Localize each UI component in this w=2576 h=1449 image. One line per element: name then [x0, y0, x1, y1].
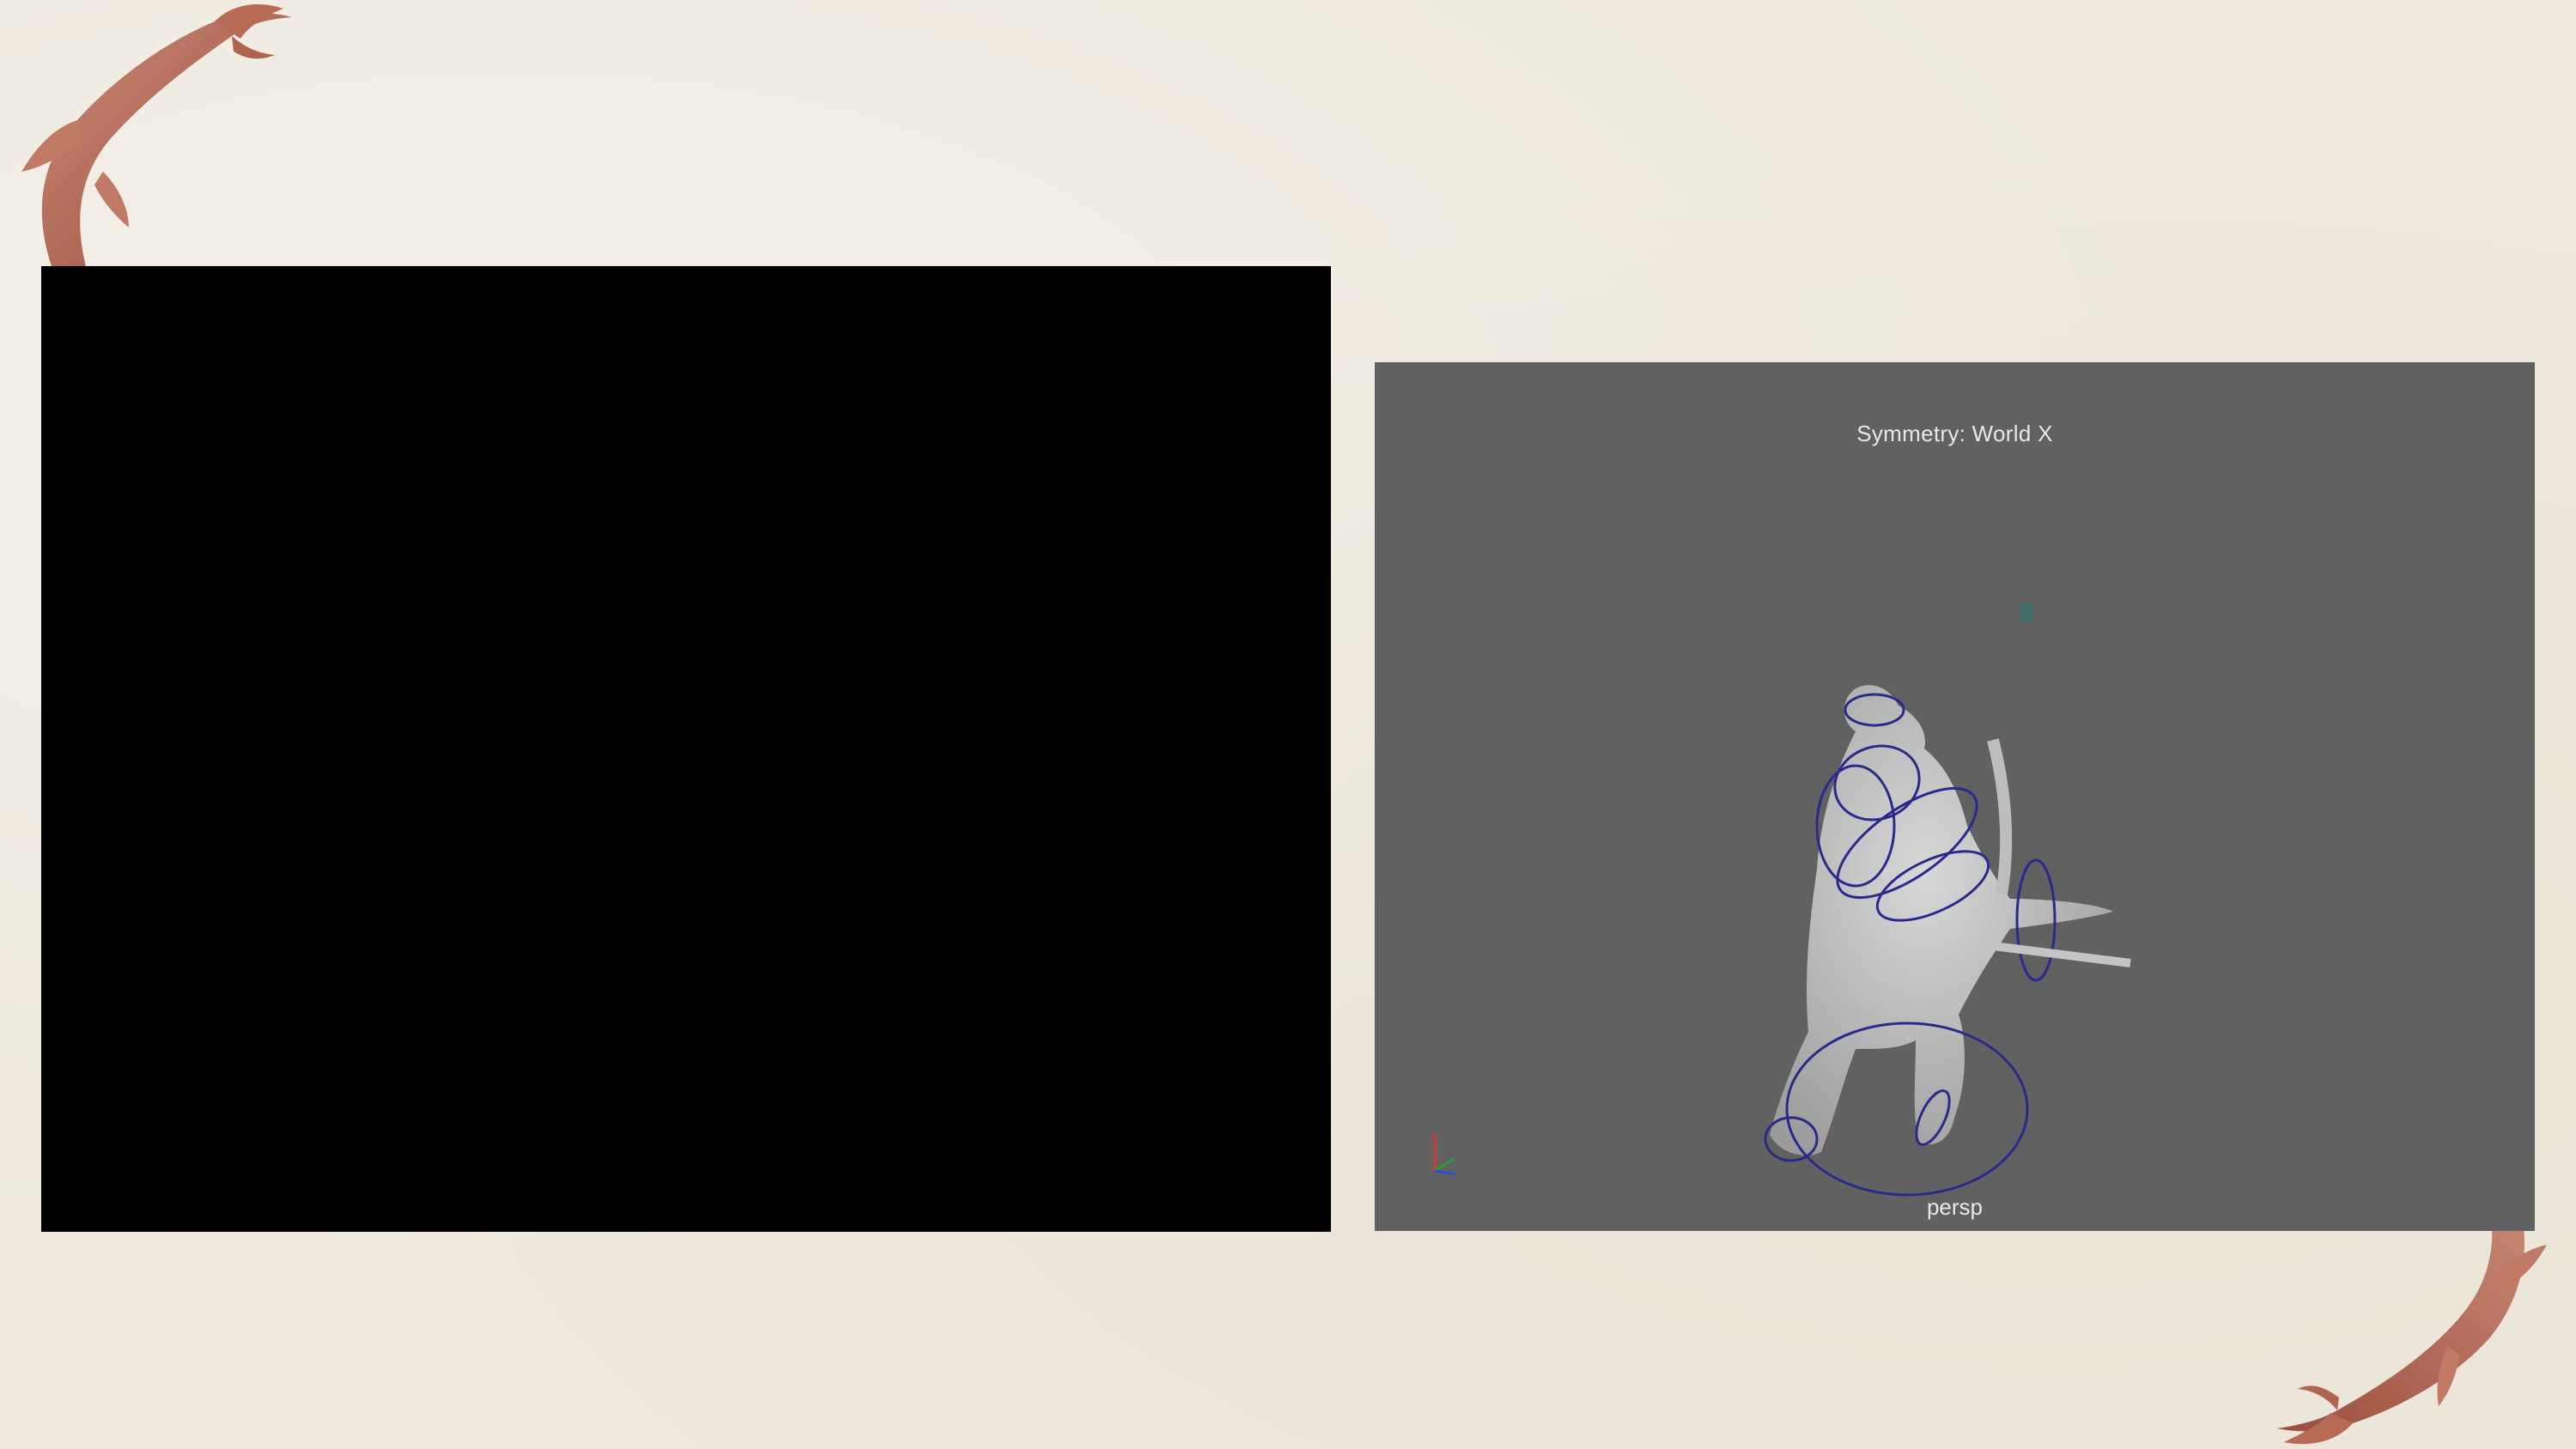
rigged-character-model[interactable] [1375, 362, 2535, 1231]
weapon-mesh [1992, 942, 2131, 967]
locator-icon [2020, 603, 2032, 621]
camera-label: persp [1926, 1194, 1984, 1220]
axis-gizmo-icon [1433, 1133, 1456, 1176]
3d-viewport[interactable]: Symmetry: World X persp [1375, 362, 2535, 1231]
character-mesh [1770, 685, 2113, 1155]
koi-fish-top-left-icon [21, 4, 292, 266]
video-player-panel[interactable] [41, 266, 1331, 1232]
